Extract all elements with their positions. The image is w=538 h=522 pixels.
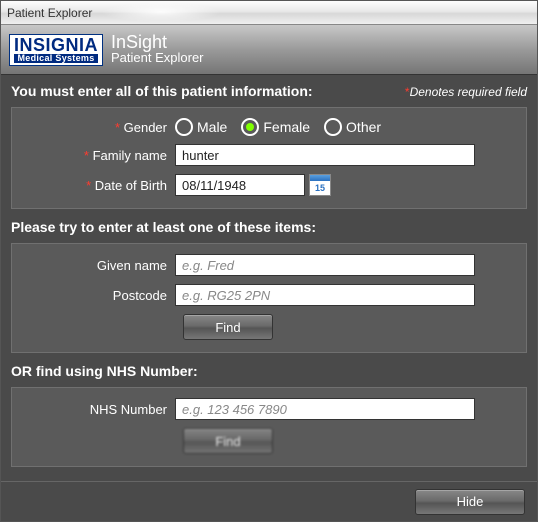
- given-name-row: Given name: [20, 254, 518, 276]
- gender-row: * Gender Male Female Other: [20, 118, 518, 136]
- window-title: Patient Explorer: [7, 6, 92, 20]
- calendar-day: 15: [310, 181, 330, 195]
- gender-label: * Gender: [20, 120, 175, 135]
- family-name-label: * Family name: [20, 148, 175, 163]
- gender-other[interactable]: Other: [324, 118, 381, 136]
- patient-explorer-window: Patient Explorer INSIGNIA Medical System…: [0, 0, 538, 522]
- logo-line1: INSIGNIA: [14, 36, 98, 54]
- family-name-input[interactable]: [175, 144, 475, 166]
- family-name-row: * Family name: [20, 144, 518, 166]
- required-row: You must enter all of this patient infor…: [11, 83, 527, 99]
- nhs-row: NHS Number: [20, 398, 518, 420]
- optional-heading: Please try to enter at least one of thes…: [11, 219, 527, 235]
- nhs-input[interactable]: [175, 398, 475, 420]
- nhs-panel: NHS Number Find: [11, 387, 527, 467]
- find-nhs-button[interactable]: Find: [183, 428, 273, 454]
- dob-input[interactable]: [175, 174, 305, 196]
- dob-row: * Date of Birth 15: [20, 174, 518, 196]
- find1-row: Find: [20, 314, 518, 340]
- calendar-button[interactable]: 15: [309, 174, 331, 196]
- gender-other-label: Other: [346, 119, 381, 135]
- gender-female-label: Female: [263, 119, 310, 135]
- required-heading: You must enter all of this patient infor…: [11, 83, 313, 99]
- gender-male-label: Male: [197, 119, 227, 135]
- postcode-row: Postcode: [20, 284, 518, 306]
- nhs-label: NHS Number: [20, 402, 175, 417]
- required-note-text: Denotes required field: [410, 85, 527, 99]
- logo-line2: Medical Systems: [14, 54, 98, 63]
- radio-icon: [324, 118, 342, 136]
- radio-icon: [241, 118, 259, 136]
- gender-female[interactable]: Female: [241, 118, 310, 136]
- required-note: *Denotes required field: [405, 85, 527, 99]
- given-name-label: Given name: [20, 258, 175, 273]
- form-body: You must enter all of this patient infor…: [1, 75, 537, 481]
- dob-label: * Date of Birth: [20, 178, 175, 193]
- find-button[interactable]: Find: [183, 314, 273, 340]
- postcode-label: Postcode: [20, 288, 175, 303]
- footer: Hide: [1, 481, 537, 521]
- insignia-logo: INSIGNIA Medical Systems: [9, 34, 103, 66]
- header: INSIGNIA Medical Systems InSight Patient…: [1, 25, 537, 75]
- app-name: InSight: [111, 33, 204, 51]
- app-titles: InSight Patient Explorer: [111, 33, 204, 65]
- find2-row: Find: [20, 428, 518, 454]
- hide-button[interactable]: Hide: [415, 489, 525, 515]
- gender-male[interactable]: Male: [175, 118, 227, 136]
- given-name-input[interactable]: [175, 254, 475, 276]
- postcode-input[interactable]: [175, 284, 475, 306]
- required-panel: * Gender Male Female Other: [11, 107, 527, 209]
- radio-icon: [175, 118, 193, 136]
- titlebar: Patient Explorer: [1, 1, 537, 25]
- app-subtitle: Patient Explorer: [111, 51, 204, 65]
- gender-group: Male Female Other: [175, 118, 518, 136]
- nhs-heading: OR find using NHS Number:: [11, 363, 527, 379]
- optional-panel: Given name Postcode Find: [11, 243, 527, 353]
